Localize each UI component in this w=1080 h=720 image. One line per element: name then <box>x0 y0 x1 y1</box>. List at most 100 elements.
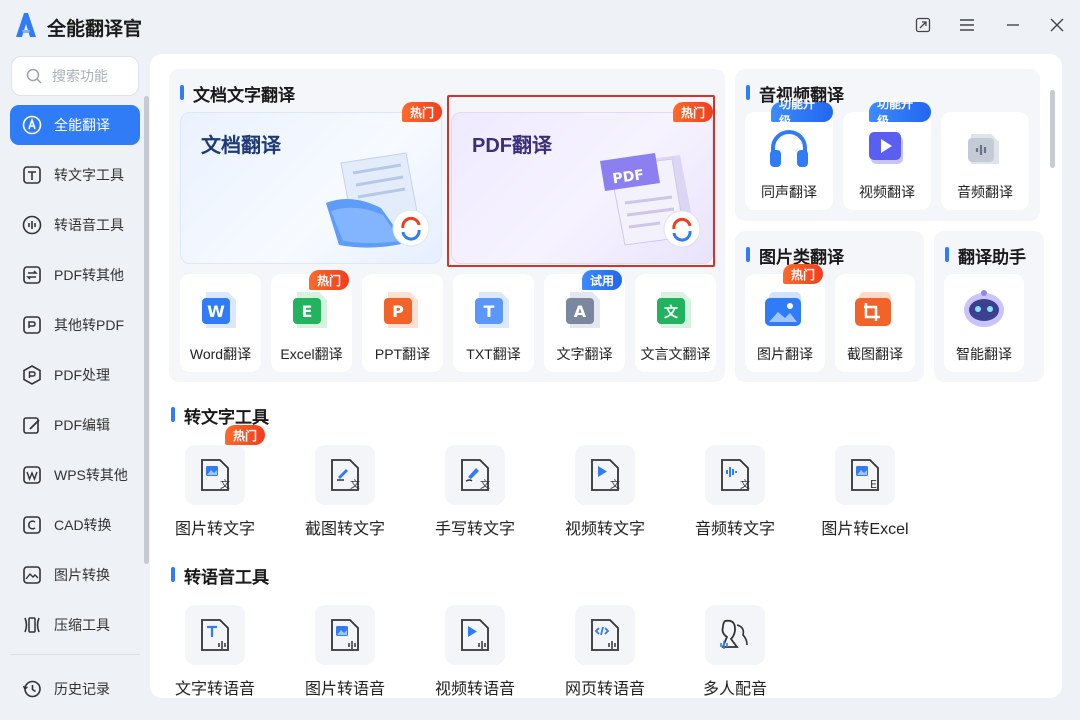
sidebar-scrollbar[interactable] <box>144 96 149 564</box>
image-to-text-button[interactable]: 文 <box>185 445 245 505</box>
video-play-icon <box>869 132 903 164</box>
classical-chinese-icon: 文 <box>657 292 691 328</box>
sidebar-item-label: 其他转PDF <box>54 317 124 333</box>
main-scrollbar[interactable] <box>1050 90 1055 168</box>
smart-translate-tile[interactable]: 智能翻译 <box>944 274 1024 372</box>
svg-text:文: 文 <box>664 304 679 321</box>
pin-icon[interactable] <box>912 14 934 36</box>
sidebar-item-to-pdf[interactable]: 其他转PDF <box>10 305 140 345</box>
sidebar-item-label: PDF处理 <box>54 367 110 383</box>
hot-badge: 热门 <box>673 102 713 122</box>
audio-file-icon <box>968 134 999 164</box>
main-content: 文档文字翻译 文档翻译 热门 PDF翻译 PDF 热门 W Word翻译 E E… <box>150 54 1062 698</box>
to-pdf-icon <box>22 315 42 335</box>
txt-translate-tile[interactable]: T TXT翻译 <box>453 274 534 372</box>
tool-label: 图片转文字 <box>174 521 255 538</box>
sidebar-item-label: 压缩工具 <box>54 617 110 633</box>
webpage-to-speech-button[interactable] <box>575 605 635 665</box>
screenshot-translate-tile[interactable]: 截图翻译 <box>835 274 915 372</box>
tool-label: 多人配音 <box>702 681 767 698</box>
pdf-document-illustration: PDF <box>600 153 701 248</box>
sidebar-item-cad[interactable]: CAD转换 <box>10 505 140 545</box>
translation-assistant-panel: 翻译助手 智能翻译 <box>934 231 1044 382</box>
image-translation-panel: 图片类翻译 图片翻译 热门 截图翻译 <box>735 231 924 382</box>
image-to-excel-button[interactable]: E <box>835 445 895 505</box>
video-to-speech-button[interactable] <box>445 605 505 665</box>
tile-label: Excel翻译 <box>280 346 343 362</box>
ppt-translate-tile[interactable]: P PPT翻译 <box>362 274 443 372</box>
svg-text:A: A <box>574 302 587 321</box>
handwriting-to-text-icon: 文 <box>461 459 490 491</box>
tool-label: 图片转语音 <box>304 681 385 698</box>
screenshot-to-text-button[interactable]: 文 <box>315 445 375 505</box>
trial-badge: 试用 <box>582 270 622 290</box>
compress-icon <box>22 615 42 635</box>
text-to-speech-icon <box>201 619 229 651</box>
search-input[interactable]: 搜索功能 <box>11 56 139 96</box>
sidebar-item-history[interactable]: 历史记录 <box>10 669 140 709</box>
cad-icon <box>22 515 42 535</box>
svg-text:P: P <box>392 302 404 321</box>
svg-text:文: 文 <box>610 478 620 491</box>
sidebar-item-voice-tool[interactable]: 转语音工具 <box>10 205 140 245</box>
txt-doc-icon: T <box>475 292 509 328</box>
text-tool-icon <box>22 165 42 185</box>
sidebar-item-pdf-convert[interactable]: PDF转其他 <box>10 255 140 295</box>
minimize-icon[interactable] <box>1002 14 1024 36</box>
handwriting-to-text-button[interactable]: 文 <box>445 445 505 505</box>
tile-label: PPT翻译 <box>374 346 431 362</box>
svg-text:W: W <box>207 302 225 321</box>
av-translation-panel: 音视频翻译 同声翻译 功能升级 视频翻译 功能升级 音频翻译 <box>735 69 1040 221</box>
video-to-text-button[interactable]: 文 <box>575 445 635 505</box>
image-icon <box>765 292 801 326</box>
headphones-icon <box>770 130 808 167</box>
sidebar-item-translate[interactable]: 全能翻译 <box>10 105 140 145</box>
audio-to-text-button[interactable]: 文 <box>705 445 765 505</box>
search-placeholder: 搜索功能 <box>52 68 108 84</box>
sidebar-item-wps[interactable]: WPS转其他 <box>10 455 140 495</box>
classical-chinese-tile[interactable]: 文 文言文翻译 <box>635 274 716 372</box>
app-title: 全能翻译官 <box>47 19 143 40</box>
history-icon <box>22 679 42 699</box>
card-title: PDF翻译 <box>472 135 552 157</box>
close-icon[interactable] <box>1046 14 1068 36</box>
pdf-convert-icon <box>22 265 42 285</box>
webpage-to-speech-icon <box>591 619 619 651</box>
doc-translation-panel: 文档文字翻译 文档翻译 热门 PDF翻译 PDF 热门 W Word翻译 E E… <box>169 69 725 382</box>
tile-label: 文字翻译 <box>556 346 613 362</box>
multi-voice-button[interactable] <box>705 605 765 665</box>
tool-label: 网页转语音 <box>564 681 645 698</box>
menu-icon[interactable] <box>956 14 978 36</box>
sidebar-item-text-tool[interactable]: 转文字工具 <box>10 155 140 195</box>
section-title: 转语音工具 <box>171 563 269 588</box>
sidebar-item-pdf-process[interactable]: PDF处理 <box>10 355 140 395</box>
screenshot-to-text-icon: 文 <box>331 459 360 491</box>
sidebar-item-image-convert[interactable]: 图片转换 <box>10 555 140 595</box>
text-to-speech-button[interactable] <box>185 605 245 665</box>
tile-label: Word翻译 <box>189 346 252 362</box>
word-translate-tile[interactable]: W Word翻译 <box>180 274 261 372</box>
upgrade-badge: 功能升级 <box>869 97 931 128</box>
image-to-excel-icon: E <box>851 459 879 491</box>
tool-label: 文字转语音 <box>174 681 255 698</box>
tool-label: 视频转语音 <box>434 681 515 698</box>
sidebar-item-label: PDF转其他 <box>54 267 124 283</box>
tool-label: 截图转文字 <box>304 521 385 538</box>
image-to-speech-icon <box>331 619 359 651</box>
image-translate-tile[interactable]: 图片翻译 <box>745 274 825 372</box>
audio-translate-tile[interactable]: 音频翻译 <box>941 112 1029 210</box>
tool-label: 音频转文字 <box>694 521 775 538</box>
hot-badge: 热门 <box>309 270 349 290</box>
image-to-speech-button[interactable] <box>315 605 375 665</box>
sidebar-item-label: 转文字工具 <box>54 167 124 183</box>
doc-translate-card[interactable]: 文档翻译 <box>180 112 442 264</box>
sidebar-item-pdf-edit[interactable]: PDF编辑 <box>10 405 140 445</box>
image-to-text-icon: 文 <box>201 459 230 491</box>
svg-text:文: 文 <box>350 478 360 491</box>
text-doc-icon: A <box>566 292 600 328</box>
sidebar-item-compress[interactable]: 压缩工具 <box>10 605 140 645</box>
card-title: 文档翻译 <box>201 135 281 157</box>
tool-label: 手写转文字 <box>434 521 515 538</box>
pdf-translate-card[interactable]: PDF翻译 PDF <box>451 112 713 264</box>
robot-icon <box>964 290 1004 327</box>
